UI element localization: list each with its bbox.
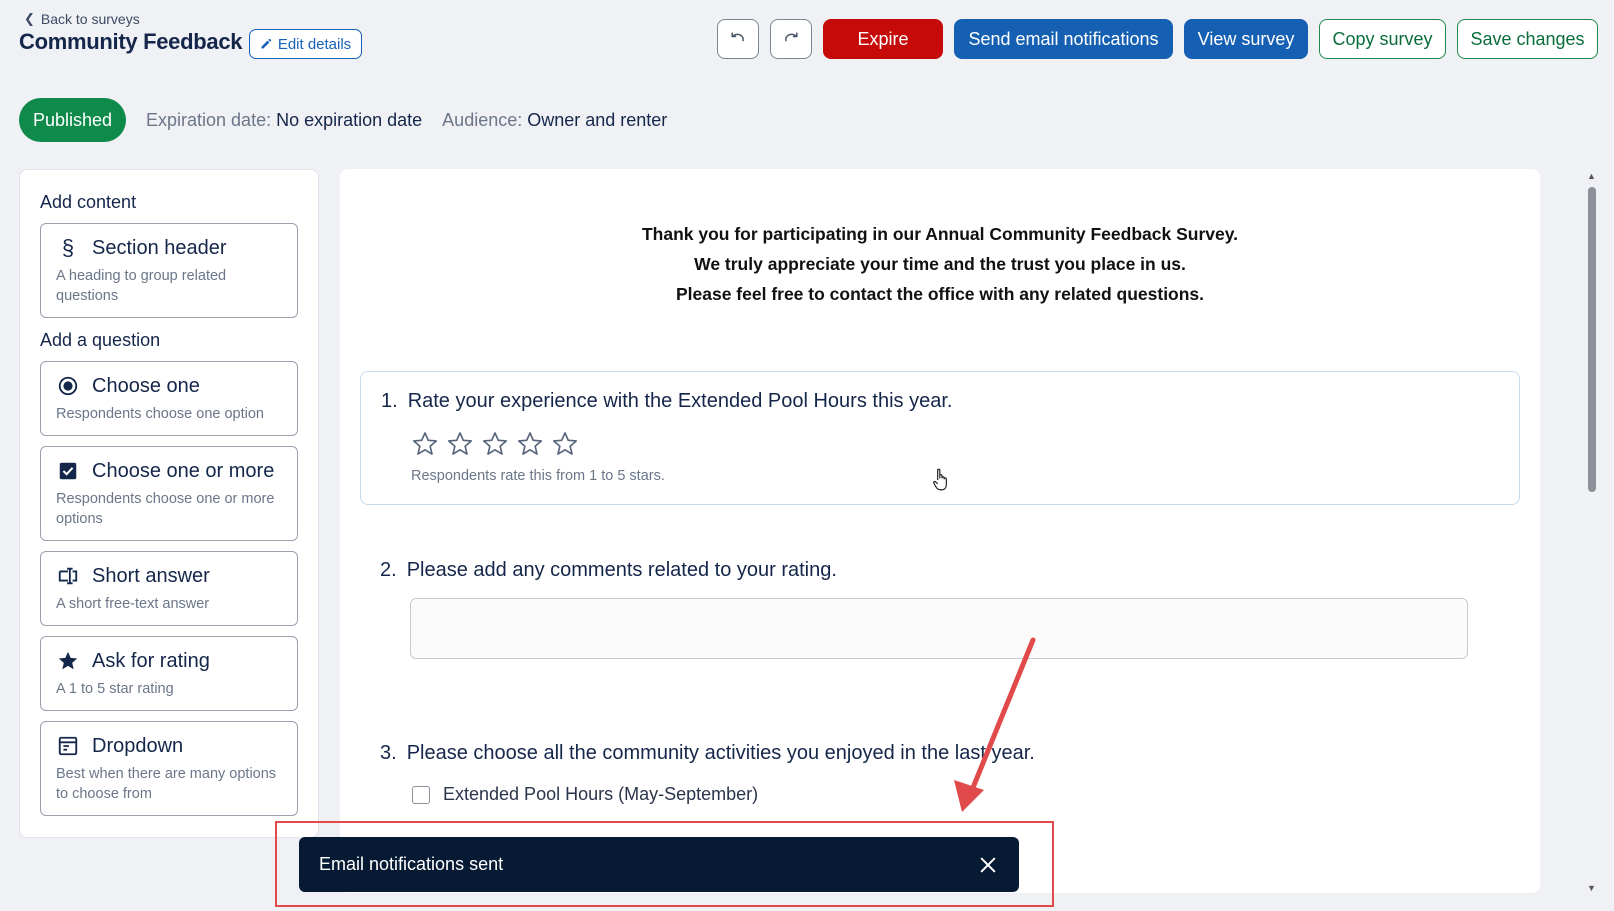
page-title: Community Feedback bbox=[19, 29, 243, 54]
star-outline-icon bbox=[412, 432, 438, 455]
star-icon bbox=[56, 649, 80, 673]
radio-icon bbox=[56, 374, 80, 398]
option-row[interactable]: Extended Pool Hours (May-September) bbox=[412, 784, 758, 805]
scroll-thumb[interactable] bbox=[1588, 187, 1596, 492]
card-description: Respondents choose one option bbox=[56, 406, 264, 422]
card-title: Choose one or more bbox=[92, 459, 275, 482]
comments-input[interactable] bbox=[410, 598, 1468, 659]
star-outline-icon bbox=[447, 432, 473, 455]
dropdown-icon bbox=[56, 734, 80, 758]
card-title: Dropdown bbox=[92, 734, 184, 757]
checkbox-icon bbox=[56, 459, 80, 483]
card-title: Ask for rating bbox=[92, 649, 210, 672]
card-title: Section header bbox=[92, 236, 227, 259]
rating-hint: Respondents rate this from 1 to 5 stars. bbox=[411, 468, 665, 484]
add-choose-one-card[interactable]: Choose one Respondents choose one option bbox=[40, 361, 298, 436]
audience: Audience: Owner and renter bbox=[442, 110, 667, 131]
chevron-left-icon: ❮ bbox=[24, 11, 35, 26]
star-outline-icon bbox=[517, 432, 543, 455]
close-icon[interactable] bbox=[977, 854, 999, 876]
intro-line: Thank you for participating in our Annua… bbox=[641, 224, 1239, 244]
scroll-up-icon[interactable]: ▲ bbox=[1587, 171, 1596, 181]
expiration-label: Expiration date: bbox=[146, 109, 272, 130]
expire-button[interactable]: Expire bbox=[823, 19, 943, 59]
pencil-icon bbox=[261, 38, 271, 49]
toast-message: Email notifications sent bbox=[319, 854, 504, 874]
edit-details-button[interactable]: Edit details bbox=[249, 29, 362, 59]
option-label: Extended Pool Hours (May-September) bbox=[443, 784, 759, 804]
redo-button[interactable] bbox=[770, 19, 812, 59]
add-short-answer-card[interactable]: Short answer A short free-text answer bbox=[40, 551, 298, 626]
option-checkbox[interactable] bbox=[412, 785, 430, 804]
card-description: Respondents choose one or more options bbox=[56, 491, 275, 527]
edit-details-label: Edit details bbox=[277, 35, 352, 53]
intro-line: We truly appreciate your time and the tr… bbox=[694, 254, 1186, 274]
send-email-notifications-button[interactable]: Send email notifications bbox=[954, 19, 1173, 59]
section-icon: § bbox=[61, 235, 75, 260]
question-1-block[interactable]: 1. Rate your experience with the Extende… bbox=[360, 371, 1520, 505]
toolbar: Expire Send email notifications View sur… bbox=[717, 19, 1598, 59]
expiration-date: Expiration date: No expiration date bbox=[146, 110, 422, 131]
add-content-heading: Add content bbox=[40, 192, 137, 212]
add-content-sidebar: Add content § Section header A heading t… bbox=[19, 169, 319, 838]
add-choose-one-or-more-card[interactable]: Choose one or more Respondents choose on… bbox=[40, 446, 298, 541]
scroll-down-icon[interactable]: ▼ bbox=[1587, 883, 1596, 893]
text-field-icon bbox=[56, 564, 80, 588]
card-description: A short free-text answer bbox=[56, 596, 210, 612]
status-badge: Published bbox=[19, 98, 126, 142]
card-title: Short answer bbox=[92, 564, 210, 587]
card-description: Best when there are many options to choo… bbox=[56, 766, 277, 802]
add-dropdown-card[interactable]: Dropdown Best when there are many option… bbox=[40, 721, 298, 816]
card-description: A 1 to 5 star rating bbox=[56, 681, 174, 697]
add-section-header-card[interactable]: § Section header A heading to group rela… bbox=[40, 223, 298, 318]
survey-intro: Thank you for participating in our Annua… bbox=[340, 219, 1540, 309]
toast-notification: Email notifications sent bbox=[299, 837, 1019, 892]
question-text: Please add any comments related to your … bbox=[406, 559, 837, 581]
star-outline-icon bbox=[482, 432, 508, 455]
card-description: A heading to group related questions bbox=[56, 268, 227, 304]
redo-icon bbox=[785, 32, 798, 42]
hand-cursor-icon bbox=[933, 468, 947, 491]
undo-button[interactable] bbox=[717, 19, 759, 59]
undo-icon bbox=[731, 32, 744, 42]
add-question-heading: Add a question bbox=[40, 330, 161, 350]
save-changes-button[interactable]: Save changes bbox=[1457, 19, 1598, 59]
add-rating-card[interactable]: Ask for rating A 1 to 5 star rating bbox=[40, 636, 298, 711]
expiration-value: No expiration date bbox=[276, 109, 423, 130]
copy-survey-button[interactable]: Copy survey bbox=[1319, 19, 1446, 59]
back-to-surveys-link[interactable]: ❮ Back to surveys bbox=[24, 11, 140, 27]
star-outline-icon bbox=[552, 432, 578, 455]
survey-status-row: Published Expiration date: No expiration… bbox=[19, 98, 667, 142]
card-title: Choose one bbox=[92, 374, 200, 397]
star-rating bbox=[411, 430, 579, 458]
question-number: 3. bbox=[380, 742, 397, 764]
audience-label: Audience: bbox=[442, 109, 523, 130]
question-number: 2. bbox=[380, 559, 397, 581]
audience-value: Owner and renter bbox=[527, 109, 668, 130]
vertical-scrollbar[interactable]: ▲ ▼ bbox=[1585, 169, 1599, 893]
question-number: 1. bbox=[381, 390, 398, 412]
intro-line: Please feel free to contact the office w… bbox=[675, 284, 1205, 304]
back-link-label: Back to surveys bbox=[40, 11, 140, 27]
question-text: Rate your experience with the Extended P… bbox=[407, 390, 953, 412]
annotation-arrow bbox=[954, 637, 1036, 812]
view-survey-button[interactable]: View survey bbox=[1184, 19, 1308, 59]
